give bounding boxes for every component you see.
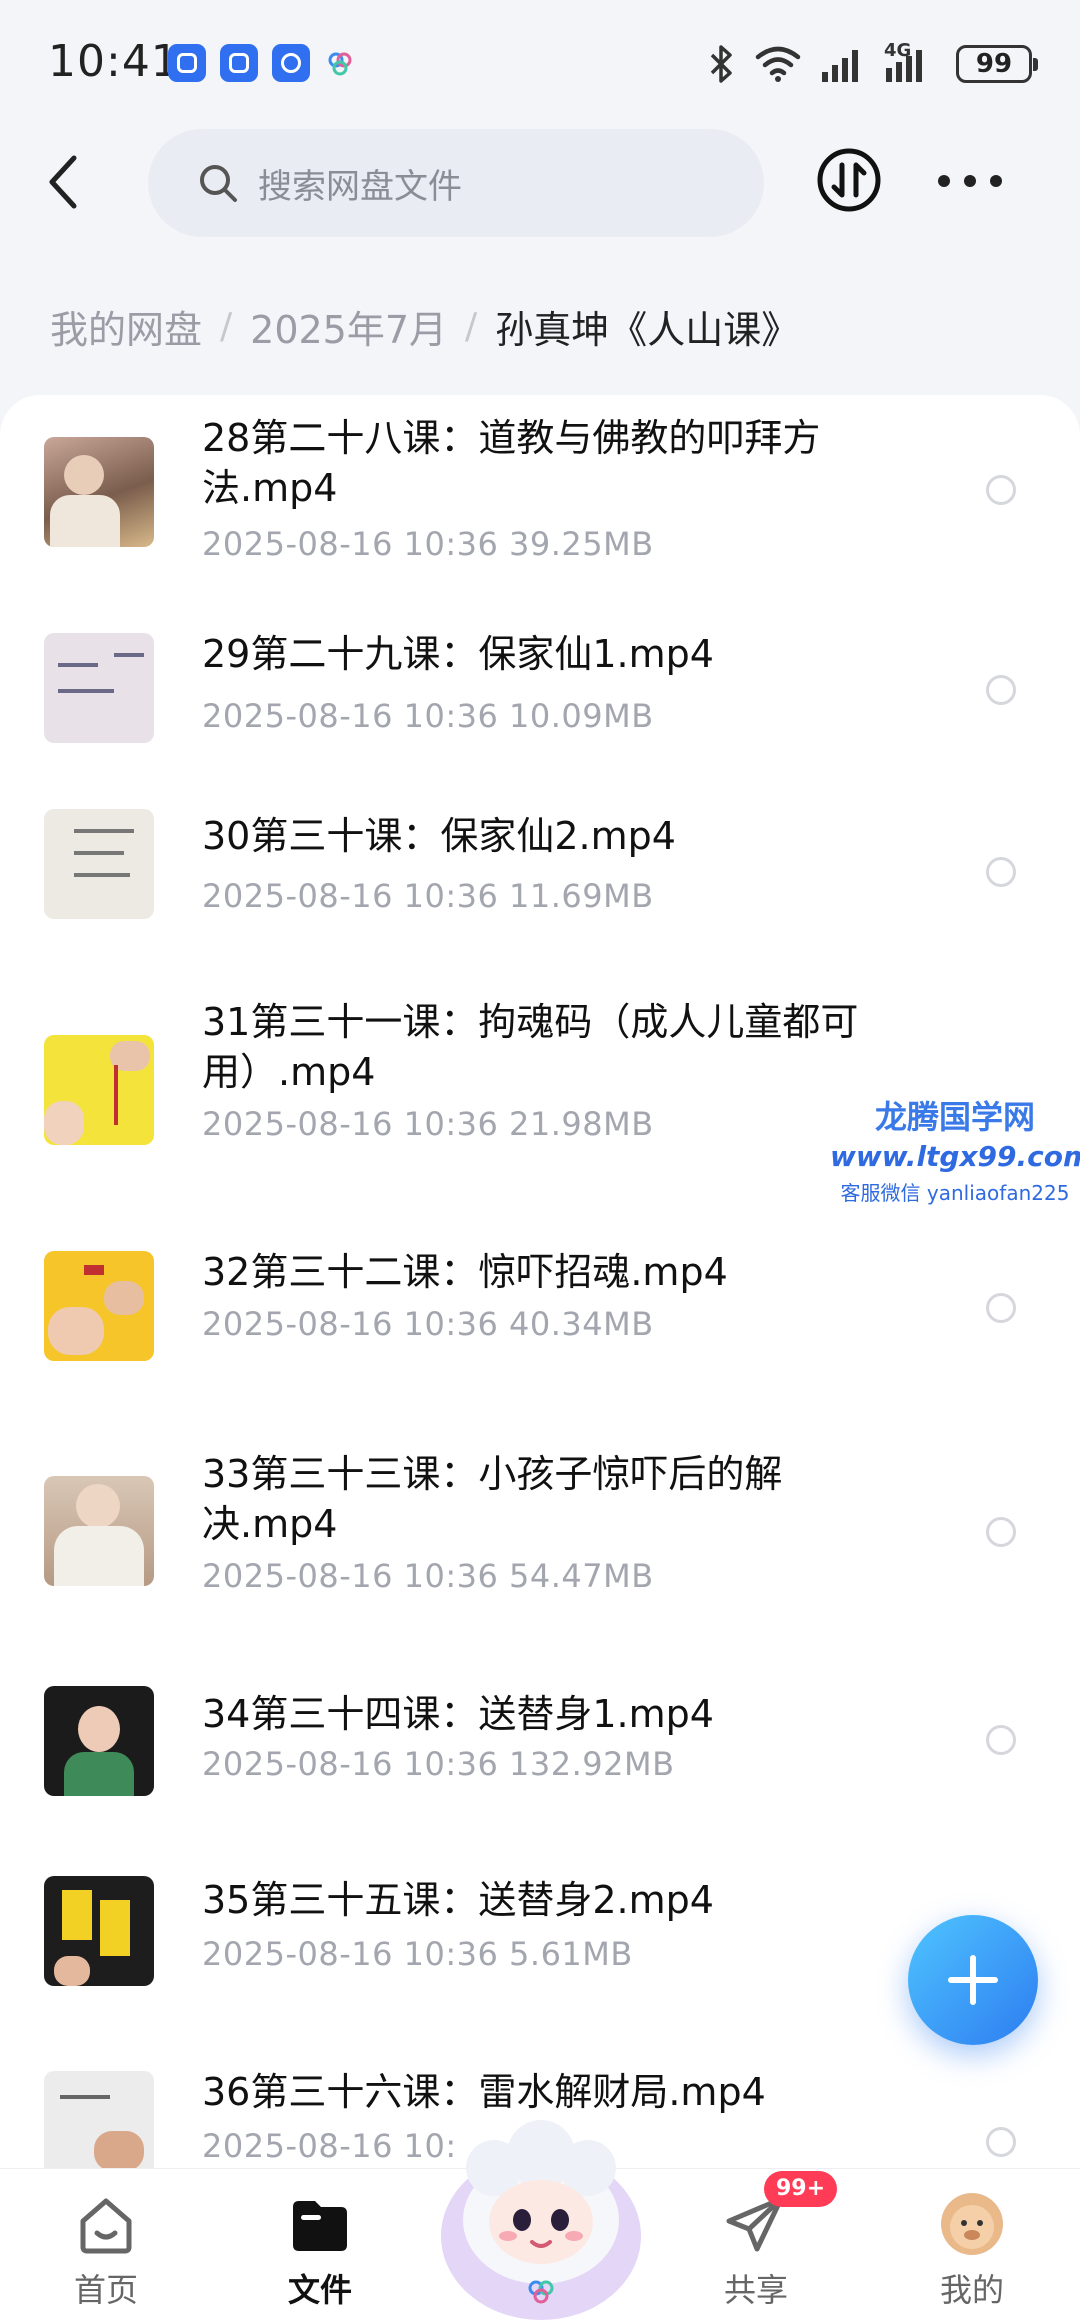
status-bar: 10:41 4G 99 (0, 0, 1080, 125)
file-name: 29第二十九课：保家仙1.mp4 (202, 632, 714, 676)
video-thumbnail (44, 2071, 154, 2175)
file-row[interactable]: 32第三十二课：惊吓招魂.mp4 2025-08-16 10:36 40.34M… (0, 1205, 1080, 1405)
nav-item-me[interactable]: 我的 (902, 2169, 1042, 2324)
breadcrumb: 我的网盘 / 2025年7月 / 孙真坤《人山课》 (50, 296, 799, 356)
file-meta: 2025-08-16 10: (202, 2127, 457, 2165)
watermark: 龙腾国学网 www.ltgx99.com 客服微信 yanliaofan225 (830, 1092, 1080, 1206)
search-icon (200, 165, 237, 202)
file-row[interactable]: 33第三十三课：小孩子惊吓后的解 决.mp4 2025-08-16 10:36 … (0, 1405, 1080, 1645)
chevron-left-icon (49, 155, 77, 209)
dot-icon (990, 175, 1002, 187)
nav-item-files[interactable]: 文件 (250, 2169, 390, 2324)
file-meta: 2025-08-16 10:36 21.98MB (202, 1105, 654, 1143)
breadcrumb-item-current: 孙真坤《人山课》 (495, 307, 800, 352)
bluetooth-icon (710, 45, 732, 83)
video-thumbnail (44, 1876, 154, 1986)
video-thumbnail (44, 1251, 154, 1361)
file-list: 28第二十八课：道教与佛教的叩拜方 法.mp4 2025-08-16 10:36… (0, 395, 1080, 2175)
video-thumbnail (44, 633, 154, 743)
video-thumbnail (44, 437, 154, 547)
nav-label-files: 文件 (287, 2271, 352, 2309)
breadcrumb-separator: / (220, 305, 233, 347)
notification-app-icon (272, 44, 310, 82)
watermark-url: www.ltgx99.com (830, 1140, 1080, 1173)
nav-label-share: 共享 (723, 2271, 788, 2309)
top-app-bar: 搜索网盘文件 (0, 125, 1080, 240)
notification-app-icon (220, 44, 258, 82)
app-screen: 10:41 4G 99 搜索网盘文件 我的网盘 / 2025年7月 / 孙真坤《… (0, 0, 1080, 2324)
select-checkbox[interactable] (986, 2127, 1016, 2157)
status-indicators: 4G 99 (708, 40, 1038, 86)
battery-icon: 99 (956, 45, 1038, 83)
nav-item-share[interactable]: 共享 99+ (686, 2169, 838, 2324)
file-meta: 2025-08-16 10:36 5.61MB (202, 1935, 633, 1973)
breadcrumb-item-folder[interactable]: 2025年7月 (250, 299, 447, 354)
watermark-contact: 客服微信 yanliaofan225 (840, 1181, 1070, 1205)
cloud-app-icon (328, 52, 352, 76)
select-checkbox[interactable] (986, 857, 1016, 887)
more-options-button[interactable] (938, 161, 1002, 201)
plus-icon (948, 1955, 998, 2005)
file-meta: 2025-08-16 10:36 10.09MB (202, 697, 654, 735)
transfer-list-icon[interactable] (816, 147, 882, 213)
video-thumbnail (44, 1035, 154, 1145)
file-name: 31第三十一课：拘魂码（成人儿童都可 用）.mp4 (202, 1000, 859, 1094)
nav-label-home: 首页 (73, 2271, 138, 2309)
select-checkbox[interactable] (986, 675, 1016, 705)
file-meta: 2025-08-16 10:36 54.47MB (202, 1557, 654, 1595)
video-thumbnail (44, 809, 154, 919)
file-name: 33第三十三课：小孩子惊吓后的解 决.mp4 (202, 1452, 783, 1546)
video-thumbnail (44, 1686, 154, 1796)
file-name: 34第三十四课：送替身1.mp4 (202, 1692, 714, 1736)
breadcrumb-separator: / (465, 305, 478, 347)
status-time: 10:41 (48, 36, 180, 87)
nav-label-me: 我的 (939, 2271, 1004, 2309)
file-name: 32第三十二课：惊吓招魂.mp4 (202, 1250, 728, 1294)
nav-item-home[interactable]: 首页 (36, 2169, 176, 2324)
signal-icon (822, 50, 858, 82)
avatar (941, 2193, 1003, 2255)
assistant-mascot-icon[interactable] (432, 2110, 650, 2324)
file-name: 30第三十课：保家仙2.mp4 (202, 814, 676, 858)
dot-icon (964, 175, 976, 187)
notification-app-icon (168, 44, 206, 82)
file-row[interactable]: 34第三十四课：送替身1.mp4 2025-08-16 10:36 132.92… (0, 1645, 1080, 1835)
home-icon (80, 2198, 132, 2254)
select-checkbox[interactable] (986, 1725, 1016, 1755)
search-placeholder: 搜索网盘文件 (258, 166, 462, 207)
watermark-title: 龙腾国学网 (874, 1098, 1035, 1136)
file-meta: 2025-08-16 10:36 40.34MB (202, 1305, 654, 1343)
select-checkbox[interactable] (986, 1293, 1016, 1323)
signal-4g-icon: 4G (884, 40, 938, 84)
folder-icon (293, 2201, 347, 2251)
file-row[interactable]: 29第二十九课：保家仙1.mp4 2025-08-16 10:36 10.09M… (0, 585, 1080, 765)
dot-icon (938, 175, 950, 187)
file-name: 28第二十八课：道教与佛教的叩拜方 法.mp4 (202, 416, 821, 510)
back-button[interactable] (38, 147, 88, 217)
search-input[interactable]: 搜索网盘文件 (148, 129, 764, 237)
wifi-icon (755, 46, 801, 82)
add-button[interactable] (908, 1915, 1038, 2045)
file-meta: 2025-08-16 10:36 132.92MB (202, 1745, 675, 1783)
file-row[interactable]: 30第三十课：保家仙2.mp4 2025-08-16 10:36 11.69MB (0, 765, 1080, 965)
select-checkbox[interactable] (986, 475, 1016, 505)
video-thumbnail (44, 1476, 154, 1586)
file-name: 35第三十五课：送替身2.mp4 (202, 1878, 714, 1922)
file-row[interactable]: 28第二十八课：道教与佛教的叩拜方 法.mp4 2025-08-16 10:36… (0, 395, 1080, 585)
file-meta: 2025-08-16 10:36 39.25MB (202, 525, 654, 563)
share-count-badge: 99+ (764, 2171, 838, 2207)
select-checkbox[interactable] (986, 1517, 1016, 1547)
breadcrumb-item-root[interactable]: 我的网盘 (50, 299, 202, 354)
file-meta: 2025-08-16 10:36 11.69MB (202, 877, 654, 915)
